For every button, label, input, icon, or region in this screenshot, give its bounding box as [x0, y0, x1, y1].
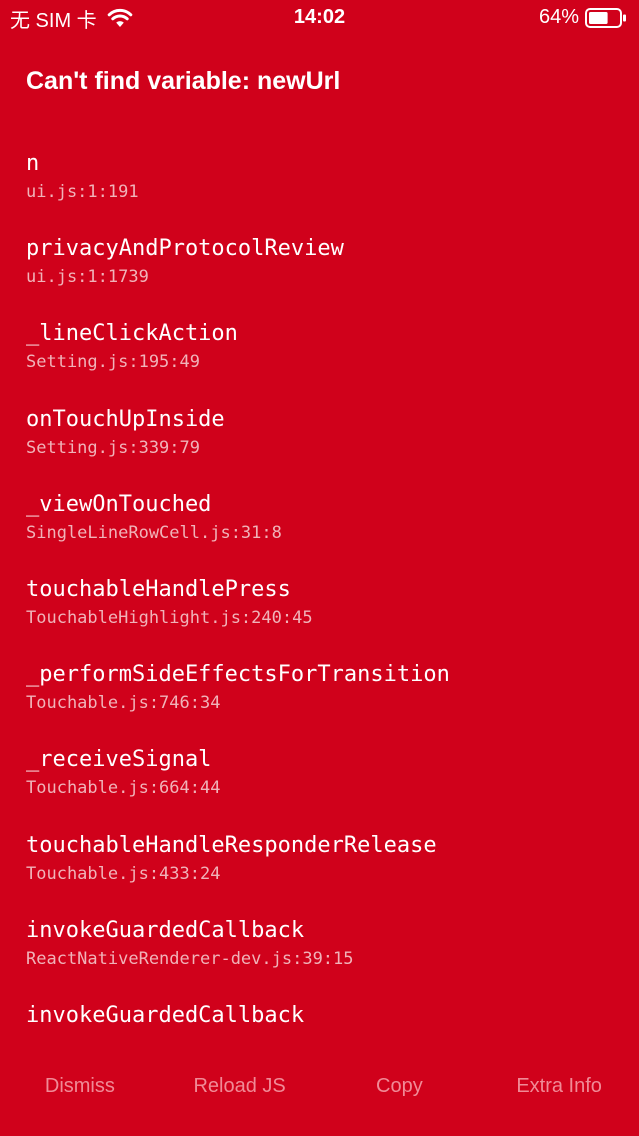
- frame-location: Touchable.js:433:24: [26, 863, 221, 884]
- extra-info-button[interactable]: Extra Info: [479, 1058, 639, 1114]
- stack-frame[interactable]: onTouchUpInside Setting.js:339:79: [26, 404, 626, 489]
- status-left: 无 SIM 卡: [10, 6, 133, 32]
- stack-frame[interactable]: _lineClickAction Setting.js:195:49: [26, 318, 626, 403]
- frame-method-name: _performSideEffectsForTransition: [26, 662, 450, 688]
- frame-location: Touchable.js:746:34: [26, 693, 221, 714]
- stack-frame[interactable]: invokeGuardedCallback ReactNativeRenderer…: [26, 915, 626, 1000]
- dismiss-button[interactable]: Dismiss: [0, 1058, 160, 1114]
- stack-frame[interactable]: invokeGuardedCallback: [26, 1000, 626, 1040]
- frame-method-name: _viewOnTouched: [26, 491, 212, 517]
- stack-frame[interactable]: _viewOnTouched SingleLineRowCell.js:31:8: [26, 489, 626, 574]
- stack-frame[interactable]: privacyAndProtocolReview ui.js:1:1739: [26, 233, 626, 318]
- frame-location: Setting.js:339:79: [26, 437, 200, 458]
- battery-percent: 64%: [538, 6, 579, 28]
- frame-location: ui.js:1:191: [26, 182, 139, 202]
- redbox-error-screen: 无 SIM 卡 14:02 64% Can't find variable: n…: [0, 0, 639, 1136]
- carrier-label: 无 SIM 卡: [10, 9, 97, 32]
- frame-method-name: privacyAndProtocolReview: [26, 236, 344, 262]
- frame-location: Setting.js:195:49: [26, 352, 200, 373]
- status-right: 64%: [539, 6, 627, 29]
- stack-frame[interactable]: touchableHandleResponderRelease Touchable…: [26, 830, 626, 915]
- reload-js-button[interactable]: Reload JS: [160, 1058, 320, 1114]
- frame-method-name: invokeGuardedCallback: [26, 917, 305, 943]
- frame-location: SingleLineRowCell.js:31:8: [26, 522, 282, 543]
- frame-method-name: _lineClickAction: [26, 321, 238, 347]
- copy-button[interactable]: Copy: [320, 1058, 480, 1114]
- stack-frame[interactable]: n ui.js:1:191: [26, 148, 626, 233]
- status-bar: 无 SIM 卡 14:02 64%: [0, 0, 639, 36]
- error-title: Can't find variable: newUrl: [26, 67, 341, 95]
- frame-location: ui.js:1:1739: [26, 267, 149, 288]
- frame-location: ReactNativeRenderer-dev.js:39:15: [26, 948, 354, 969]
- frame-method-name: _receiveSignal: [26, 747, 212, 773]
- frame-location: TouchableHighlight.js:240:45: [26, 607, 313, 628]
- stack-frame[interactable]: _performSideEffectsForTransition Touchabl…: [26, 659, 626, 744]
- battery-icon: [585, 7, 627, 28]
- frame-method-name: n: [26, 151, 40, 176]
- frame-method-name: invokeGuardedCallback: [26, 1002, 305, 1028]
- error-toolbar: Dismiss Reload JS Copy Extra Info: [0, 1058, 639, 1114]
- frame-method-name: touchableHandlePress: [26, 576, 291, 602]
- frame-location: Touchable.js:664:44: [26, 778, 221, 799]
- frame-method-name: onTouchUpInside: [26, 406, 225, 432]
- stack-trace-list[interactable]: n ui.js:1:191 privacyAndProtocolReview ui.j…: [26, 148, 626, 1040]
- stack-frame[interactable]: touchableHandlePress TouchableHighlight.j…: [26, 574, 626, 659]
- stack-frame[interactable]: _receiveSignal Touchable.js:664:44: [26, 744, 626, 829]
- wifi-icon: [107, 7, 133, 29]
- frame-method-name: touchableHandleResponderRelease: [26, 832, 437, 858]
